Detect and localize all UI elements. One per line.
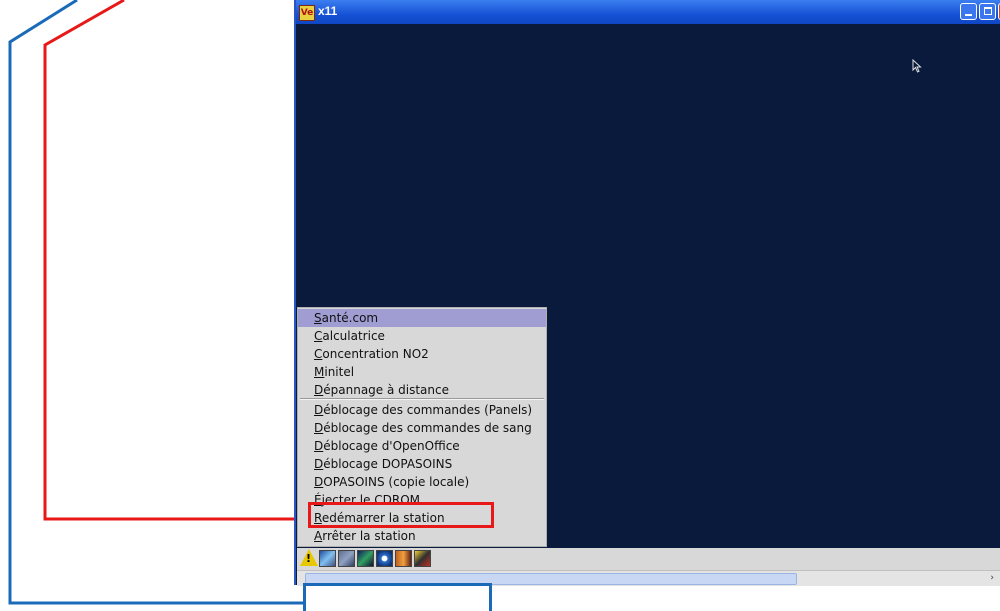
- blue-callout-line: [8, 0, 303, 605]
- title-bar[interactable]: Ve x11: [296, 0, 1000, 24]
- menu-item[interactable]: Déblocage des commandes de sang: [298, 419, 546, 437]
- menu-item-label: initel: [324, 365, 355, 379]
- mouse-pointer-icon: [912, 59, 922, 73]
- menu-item-label: alculatrice: [322, 329, 385, 343]
- menu-item-label: épannage à distance: [323, 383, 449, 397]
- app-icon-6[interactable]: [414, 550, 431, 567]
- blue-highlight-box: [303, 583, 492, 611]
- menu-item-mnemonic: D: [314, 475, 324, 489]
- launcher-toolbar: !: [297, 548, 1000, 570]
- menu-item[interactable]: Calculatrice: [298, 327, 546, 345]
- menu-item[interactable]: DOPASOINS (copie locale): [298, 473, 546, 491]
- red-callout-line: [43, 0, 303, 521]
- menu-separator: [300, 398, 544, 400]
- app-icon-4[interactable]: [376, 550, 393, 567]
- menu-item-label: éblocage des commandes (Panels): [323, 403, 533, 417]
- app-icon-5[interactable]: [395, 550, 412, 567]
- menu-item-mnemonic: D: [314, 383, 324, 397]
- warning-icon[interactable]: !: [300, 549, 318, 566]
- app-icon-3[interactable]: [357, 550, 374, 567]
- menu-item-label: rrêter la station: [322, 529, 416, 543]
- menu-item[interactable]: Déblocage d'OpenOffice: [298, 437, 546, 455]
- warning-symbol: !: [306, 552, 312, 565]
- menu-item-mnemonic: M: [314, 365, 325, 379]
- menu-item-mnemonic: A: [314, 529, 323, 543]
- menu-item-label: oncentration NO2: [322, 347, 429, 361]
- menu-item-label: éblocage des commandes de sang: [323, 421, 532, 435]
- menu-item-mnemonic: D: [314, 403, 324, 417]
- menu-item[interactable]: Dépannage à distance: [298, 381, 546, 399]
- minimize-button[interactable]: [960, 3, 977, 20]
- minimize-icon: [965, 14, 972, 16]
- x11-app-icon[interactable]: Ve: [299, 5, 315, 21]
- scroll-right-icon[interactable]: ›: [990, 573, 994, 583]
- menu-item-mnemonic: D: [314, 439, 324, 453]
- menu-item-label: anté.com: [321, 311, 379, 325]
- maximize-icon: [984, 7, 992, 15]
- menu-item-label: éblocage d'OpenOffice: [323, 439, 460, 453]
- menu-item[interactable]: Santé.com: [298, 309, 546, 327]
- app-icon-1[interactable]: [319, 550, 336, 567]
- menu-item[interactable]: Minitel: [298, 363, 546, 381]
- menu-item[interactable]: Déblocage des commandes (Panels): [298, 401, 546, 419]
- menu-item-mnemonic: D: [314, 457, 324, 471]
- menu-item[interactable]: Déblocage DOPASOINS: [298, 455, 546, 473]
- menu-item-label: OPASOINS (copie locale): [323, 475, 470, 489]
- menu-item-mnemonic: S: [314, 311, 322, 325]
- menu-item-mnemonic: D: [314, 421, 324, 435]
- menu-item-label: éblocage DOPASOINS: [323, 457, 453, 471]
- menu-item[interactable]: Concentration NO2: [298, 345, 546, 363]
- app-icon-2[interactable]: [338, 550, 355, 567]
- menu-item[interactable]: Arrêter la station: [298, 527, 546, 545]
- maximize-button[interactable]: [979, 3, 996, 20]
- red-highlight-box: [308, 502, 494, 528]
- window-title: x11: [318, 4, 338, 18]
